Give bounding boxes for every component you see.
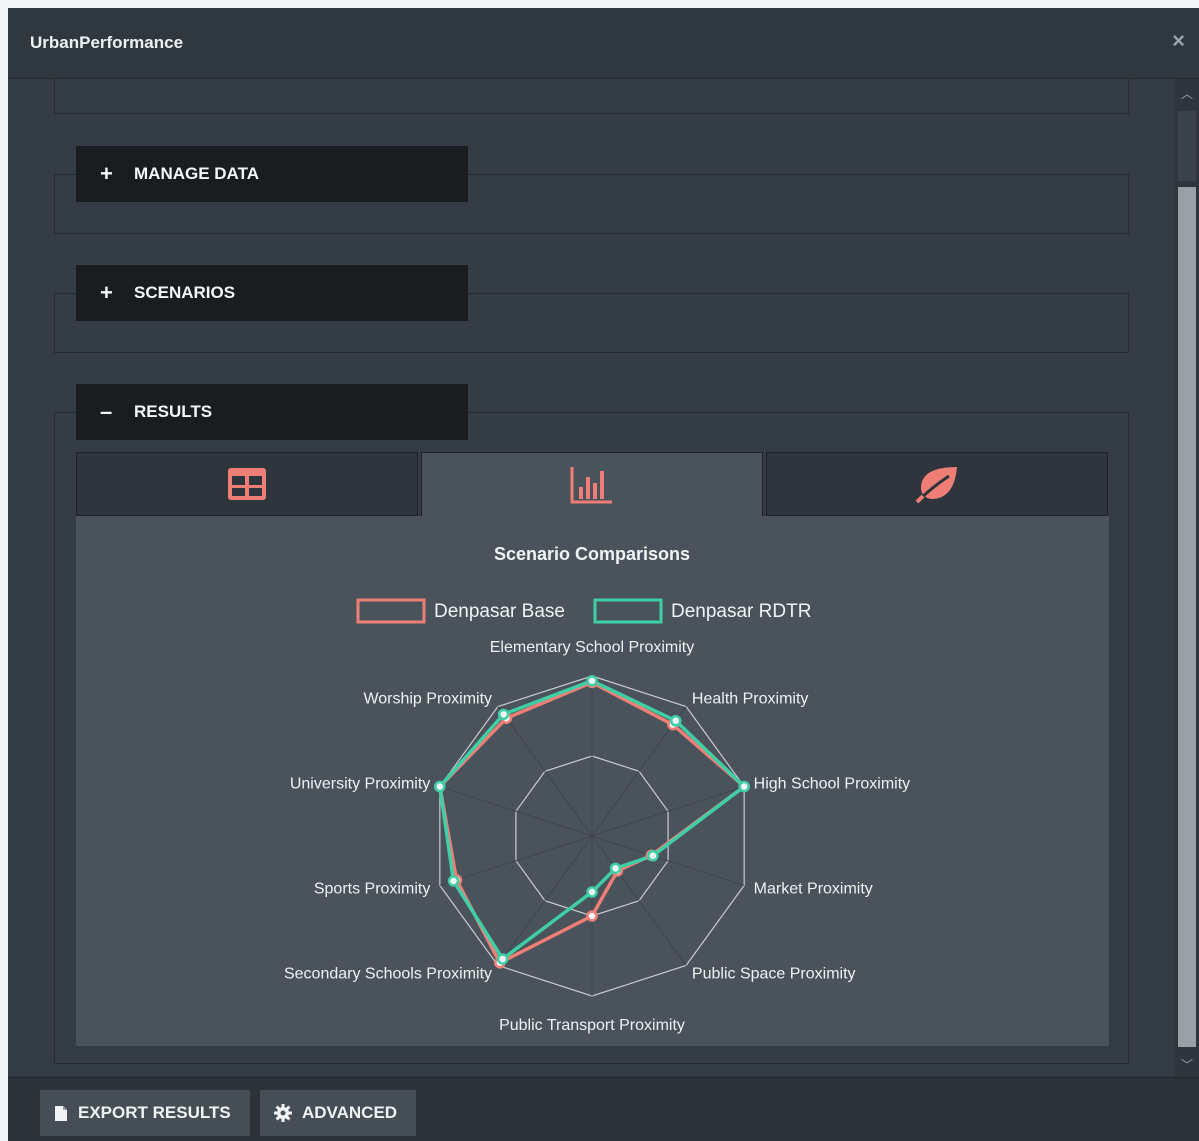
advanced-button[interactable]: ADVANCED [260,1090,416,1136]
file-icon [55,1105,67,1121]
series-point[interactable] [434,780,446,793]
results-label: RESULTS [134,402,213,421]
axis-label: High School Proximity [754,775,911,792]
series-point[interactable] [609,862,622,875]
scroll-up-icon[interactable]: ︿ [1175,85,1199,102]
plus-icon: + [100,280,113,305]
export-results-button[interactable]: EXPORT RESULTS [40,1090,250,1136]
series-point[interactable] [738,780,750,793]
footer-toolbar: EXPORT RESULTS ADVANCED [8,1077,1199,1141]
series-point[interactable] [586,910,598,922]
grid-spoke [497,706,593,837]
tab-environment[interactable] [766,452,1108,516]
axis-label: Public Space Proximity [692,966,856,983]
series-point[interactable] [669,715,682,727]
legend-label[interactable]: Denpasar RDTR [671,601,811,622]
previous-panel [54,79,1129,114]
chart-area: Scenario Comparisons Denpasar Base Denpas… [76,516,1109,1046]
gear-icon [274,1104,292,1122]
plus-icon: + [100,161,113,186]
vertical-scrollbar[interactable]: ︿ ﹀ [1175,79,1199,1077]
close-icon[interactable]: × [1172,28,1185,54]
radar-grid [439,675,745,997]
chart-legend: Denpasar Base Denpasar RDTR [356,598,811,624]
manage-data-label: MANAGE DATA [134,164,259,183]
manage-data-button[interactable]: + MANAGE DATA [76,146,468,202]
leaf-icon [915,467,957,504]
export-results-label: EXPORT RESULTS [78,1103,231,1122]
scenarios-button[interactable]: + SCENARIOS [76,265,468,321]
axis-label: Secondary Schools Proximity [284,966,492,983]
minus-icon: – [100,399,113,424]
series-point[interactable] [647,850,659,862]
tab-chart[interactable] [421,452,763,516]
axis-label: Elementary School Proximity [490,639,695,656]
legend-swatch[interactable] [593,598,663,624]
scrollbar-track[interactable] [1178,187,1196,1047]
scroll-down-icon[interactable]: ﹀ [1175,1056,1199,1073]
legend-swatch[interactable] [356,598,426,624]
series-point[interactable] [586,886,598,898]
scroll-content: + MANAGE DATA + SCENARIOS – RESULTS Scen… [8,79,1175,1077]
radar-axis-labels: Elementary School Proximity Health Proxim… [284,639,910,1034]
tab-table[interactable] [76,452,418,516]
radar-chart: Scenario Comparisons Denpasar Base Denpas… [284,544,910,1034]
window-title: UrbanPerformance [30,33,184,52]
axis-label: Public Transport Proximity [499,1017,685,1034]
axis-label: Health Proximity [692,690,808,707]
title-bar: UrbanPerformance × [8,8,1199,79]
series-point[interactable] [447,875,460,887]
axis-label: University Proximity [290,775,430,792]
series-point[interactable] [497,708,510,721]
axis-label: Worship Proximity [363,690,492,707]
bar-chart-icon [570,466,612,503]
urban-performance-window: UrbanPerformance × + MANAGE DATA + SCENA… [8,8,1199,1141]
scenarios-label: SCENARIOS [134,283,236,302]
table-icon [228,468,266,500]
advanced-label: ADVANCED [302,1103,398,1122]
legend-label[interactable]: Denpasar Base [434,601,565,622]
axis-label: Market Proximity [754,881,873,898]
results-tabs [76,452,1109,516]
scrollbar-thumb[interactable] [1178,111,1196,181]
chart-title: Scenario Comparisons [494,544,690,564]
series-point[interactable] [496,953,509,965]
grid-spoke [591,835,687,966]
axis-label: Sports Proximity [314,881,430,898]
series-point[interactable] [586,675,598,687]
results-button[interactable]: – RESULTS [76,384,468,440]
